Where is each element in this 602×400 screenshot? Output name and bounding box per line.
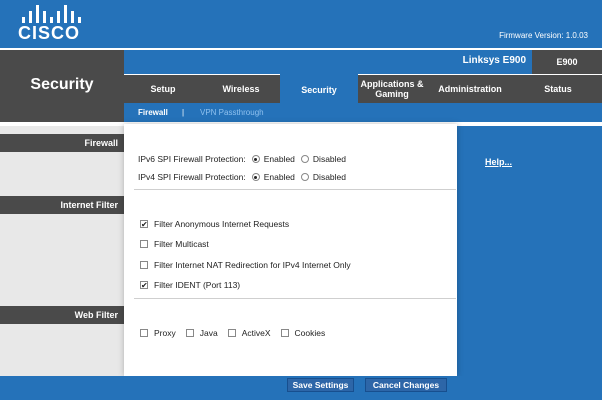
subtab-firewall[interactable]: Firewall: [138, 103, 168, 122]
footer-left: [0, 376, 124, 400]
firmware-version: Firmware Version: 1.0.03: [499, 31, 588, 40]
filter-multicast-row: Filter Multicast: [140, 239, 209, 249]
subtab-vpn-passthrough[interactable]: VPN Passthrough: [200, 103, 264, 122]
java-checkbox[interactable]: [185, 329, 194, 337]
footer-bar: [124, 376, 602, 400]
web-filter-row: Proxy Java ActiveX Cookies: [140, 328, 325, 338]
cisco-logo-text: CISCO: [17, 23, 80, 43]
ipv6-firewall-row: IPv6 SPI Firewall Protection: Enabled Di…: [138, 154, 346, 164]
filter-nat-row: Filter Internet NAT Redirection for IPv4…: [140, 260, 351, 270]
cancel-changes-button[interactable]: Cancel Changes: [365, 378, 447, 392]
ipv6-enabled-radio[interactable]: [251, 155, 260, 163]
section-divider: [134, 298, 456, 299]
help-link[interactable]: Help...: [485, 157, 512, 167]
filter-ident-checkbox[interactable]: ✔: [140, 281, 148, 290]
activex-label: ActiveX: [241, 328, 271, 338]
tab-applications-gaming[interactable]: Applications & Gaming: [358, 75, 426, 103]
page-title: Security: [30, 76, 94, 93]
header-bar: [0, 0, 602, 48]
subtab-separator: |: [182, 108, 185, 117]
cisco-logo-bars-icon: [20, 3, 81, 23]
java-label: Java: [199, 328, 218, 338]
activex-checkbox[interactable]: [227, 329, 236, 337]
ipv4-enabled-radio[interactable]: [251, 173, 260, 181]
tab-security[interactable]: Security: [280, 74, 358, 105]
main-nav: Setup Wireless Security Applications & G…: [124, 74, 602, 105]
proxy-checkbox[interactable]: [140, 329, 148, 337]
tab-administration[interactable]: Administration: [426, 75, 514, 103]
filter-anonymous-row: ✔ Filter Anonymous Internet Requests: [140, 219, 289, 229]
main-panel: IPv6 SPI Firewall Protection: Enabled Di…: [124, 124, 457, 376]
proxy-label: Proxy: [154, 328, 176, 338]
filter-nat-checkbox[interactable]: [140, 261, 148, 269]
product-name: Linksys E900: [462, 55, 526, 66]
ipv6-disabled-label: Disabled: [312, 154, 346, 164]
ipv6-disabled-radio[interactable]: [300, 155, 309, 163]
tab-status[interactable]: Status: [514, 75, 602, 103]
ipv6-firewall-label: IPv6 SPI Firewall Protection:: [138, 154, 246, 164]
sidebar: Firewall Internet Filter Web Filter: [0, 126, 124, 376]
filter-ident-label: Filter IDENT (Port 113): [154, 280, 241, 290]
help-panel: [457, 126, 602, 376]
filter-multicast-checkbox[interactable]: [140, 240, 148, 248]
filter-multicast-label: Filter Multicast: [154, 239, 209, 249]
product-bar: [124, 50, 602, 74]
save-settings-button[interactable]: Save Settings: [287, 378, 354, 392]
tab-wireless[interactable]: Wireless: [202, 75, 280, 103]
ipv4-disabled-radio[interactable]: [300, 173, 309, 181]
cisco-logo: CISCO: [16, 3, 82, 43]
sidebar-header-internet-filter: Internet Filter: [0, 196, 124, 214]
cookies-label: Cookies: [294, 328, 326, 338]
ipv6-enabled-label: Enabled: [263, 154, 295, 164]
model-badge: E900: [532, 50, 602, 74]
cookies-checkbox[interactable]: [280, 329, 289, 337]
sub-nav: Firewall | VPN Passthrough: [124, 103, 602, 122]
tab-setup[interactable]: Setup: [124, 75, 202, 103]
ipv4-disabled-label: Disabled: [312, 172, 346, 182]
ipv4-firewall-row: IPv4 SPI Firewall Protection: Enabled Di…: [138, 172, 346, 182]
ipv4-enabled-label: Enabled: [263, 172, 295, 182]
filter-anonymous-label: Filter Anonymous Internet Requests: [154, 219, 290, 229]
sidebar-header-firewall: Firewall: [0, 134, 124, 152]
sidebar-header-web-filter: Web Filter: [0, 306, 124, 324]
filter-anonymous-checkbox[interactable]: ✔: [140, 220, 148, 229]
filter-ident-row: ✔ Filter IDENT (Port 113): [140, 280, 240, 290]
filter-nat-label: Filter Internet NAT Redirection for IPv4…: [154, 260, 351, 270]
ipv4-firewall-label: IPv4 SPI Firewall Protection:: [138, 172, 246, 182]
section-divider: [134, 189, 456, 190]
